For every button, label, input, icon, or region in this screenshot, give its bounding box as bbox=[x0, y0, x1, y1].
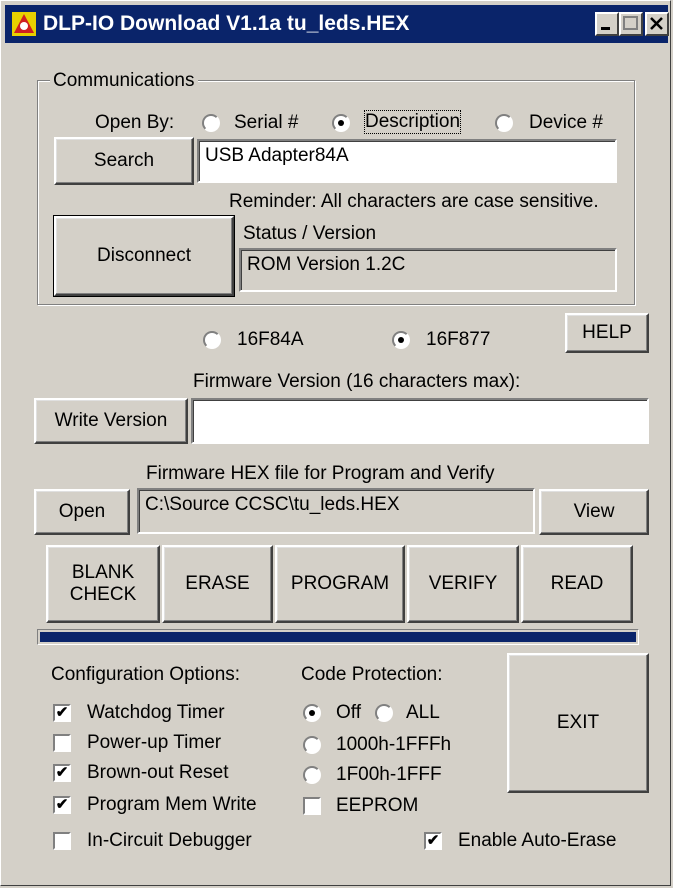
view-button[interactable]: View bbox=[539, 489, 649, 535]
radio-cp-1f00h-label[interactable]: 1F00h-1FFF bbox=[336, 764, 442, 786]
auto-erase-label[interactable]: Enable Auto-Erase bbox=[458, 830, 616, 852]
verify-button[interactable]: VERIFY bbox=[407, 545, 519, 623]
reminder-text: Reminder: All characters are case sensit… bbox=[229, 191, 599, 212]
erase-button[interactable]: ERASE bbox=[162, 545, 273, 623]
close-icon bbox=[650, 17, 663, 30]
radio-cp-off-label[interactable]: Off bbox=[336, 702, 361, 724]
code-protection-title: Code Protection: bbox=[301, 664, 443, 685]
powerup-checkbox[interactable] bbox=[53, 734, 71, 752]
radio-cp-1000h-label[interactable]: 1000h-1FFFh bbox=[336, 734, 451, 756]
hex-file-path: C:\Source CCSC\tu_leds.HEX bbox=[137, 488, 535, 534]
search-input[interactable]: USB Adapter84A bbox=[197, 139, 617, 183]
radio-16f84a-label[interactable]: 16F84A bbox=[237, 329, 304, 351]
read-button[interactable]: READ bbox=[521, 545, 633, 623]
radio-cp-1000h[interactable] bbox=[303, 736, 321, 754]
window-title: DLP-IO Download V1.1a tu_leds.HEX bbox=[43, 12, 410, 35]
watchdog-label[interactable]: Watchdog Timer bbox=[87, 702, 225, 724]
exit-button[interactable]: EXIT bbox=[507, 653, 649, 793]
communications-legend: Communications bbox=[50, 70, 198, 92]
radio-cp-all[interactable] bbox=[375, 704, 393, 722]
open-by-label: Open By: bbox=[95, 112, 175, 133]
maximize-icon bbox=[623, 16, 638, 30]
radio-cp-1f00h[interactable] bbox=[303, 766, 321, 784]
status-label: Status / Version bbox=[243, 223, 377, 244]
brownout-checkbox[interactable]: ✔ bbox=[53, 764, 71, 782]
radio-16f84a[interactable] bbox=[203, 331, 221, 349]
radio-device[interactable] bbox=[495, 114, 513, 132]
program-mem-write-label[interactable]: Program Mem Write bbox=[87, 794, 257, 816]
eeprom-checkbox[interactable] bbox=[303, 797, 321, 815]
radio-cp-all-label[interactable]: ALL bbox=[406, 702, 440, 724]
progress-bar bbox=[37, 629, 639, 645]
config-title: Configuration Options: bbox=[51, 664, 241, 685]
minimize-button[interactable] bbox=[595, 12, 619, 36]
icd-label[interactable]: In-Circuit Debugger bbox=[87, 830, 252, 852]
title-bar[interactable]: DLP-IO Download V1.1a tu_leds.HEX bbox=[5, 5, 669, 43]
program-mem-write-checkbox[interactable]: ✔ bbox=[53, 796, 71, 814]
icd-checkbox[interactable] bbox=[53, 832, 71, 850]
auto-erase-checkbox[interactable]: ✔ bbox=[424, 832, 442, 850]
firmware-version-input[interactable] bbox=[191, 398, 649, 444]
status-field: ROM Version 1.2C bbox=[239, 248, 617, 292]
app-icon bbox=[12, 12, 36, 36]
eeprom-label[interactable]: EEPROM bbox=[336, 795, 418, 817]
write-version-button[interactable]: Write Version bbox=[34, 398, 188, 444]
program-button[interactable]: PROGRAM bbox=[275, 545, 405, 623]
firmware-version-label: Firmware Version (16 characters max): bbox=[193, 371, 521, 392]
radio-16f877-label[interactable]: 16F877 bbox=[426, 329, 490, 351]
blank-check-button[interactable]: BLANK CHECK bbox=[46, 545, 160, 623]
radio-cp-off[interactable] bbox=[303, 704, 321, 722]
radio-serial-label[interactable]: Serial # bbox=[234, 112, 298, 134]
close-button[interactable] bbox=[645, 12, 669, 36]
watchdog-checkbox[interactable]: ✔ bbox=[53, 704, 71, 722]
search-button[interactable]: Search bbox=[54, 137, 194, 185]
maximize-button[interactable] bbox=[619, 12, 643, 36]
hex-file-label: Firmware HEX file for Program and Verify bbox=[146, 463, 495, 484]
help-button[interactable]: HELP bbox=[565, 313, 649, 353]
open-button[interactable]: Open bbox=[34, 489, 130, 535]
blank-check-line2: CHECK bbox=[69, 584, 137, 605]
radio-serial[interactable] bbox=[202, 114, 220, 132]
brownout-label[interactable]: Brown-out Reset bbox=[87, 762, 229, 784]
radio-description-label[interactable]: Description bbox=[363, 110, 462, 134]
radio-device-label[interactable]: Device # bbox=[529, 112, 603, 134]
radio-description[interactable] bbox=[332, 114, 350, 132]
radio-16f877[interactable] bbox=[392, 331, 410, 349]
app-window: DLP-IO Download V1.1a tu_leds.HEX Commun… bbox=[0, 0, 671, 886]
progress-fill bbox=[40, 632, 636, 642]
minimize-icon bbox=[601, 27, 610, 30]
powerup-label[interactable]: Power-up Timer bbox=[87, 732, 221, 754]
disconnect-button[interactable]: Disconnect bbox=[53, 215, 235, 297]
blank-check-line1: BLANK bbox=[71, 562, 135, 583]
